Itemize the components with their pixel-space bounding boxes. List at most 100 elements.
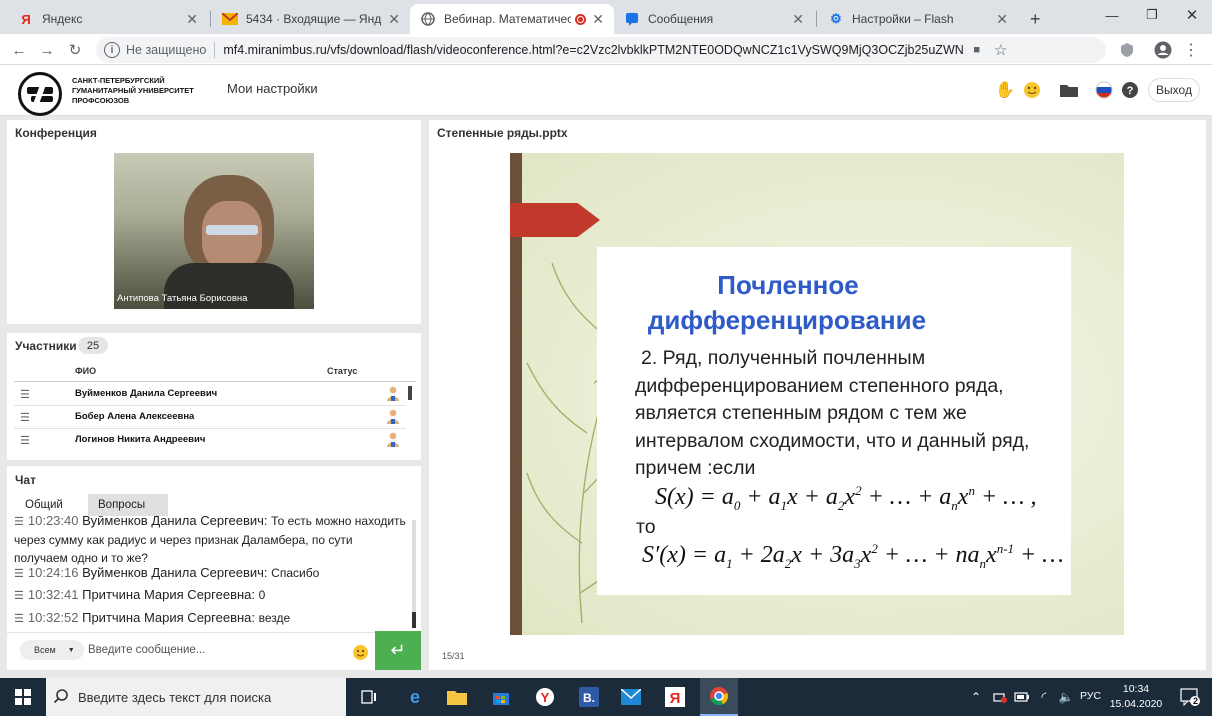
back-icon[interactable]: ←: [8, 39, 30, 61]
close-tab-icon[interactable]: ✕: [388, 11, 400, 28]
battery-icon[interactable]: [1012, 678, 1032, 716]
tab-yandex[interactable]: Я Яндекс ✕: [8, 4, 208, 34]
slide-title-line2: дифференцирование: [647, 305, 927, 335]
wifi-icon[interactable]: ◜: [1034, 678, 1054, 716]
minimize-icon[interactable]: —: [1092, 0, 1132, 30]
exit-button[interactable]: Выход: [1148, 78, 1200, 102]
globe-icon: [420, 11, 436, 27]
slide-body-text: 2. Ряд, полученный почленным дифференцир…: [635, 347, 1030, 479]
close-tab-icon[interactable]: ✕: [186, 11, 198, 28]
recipient-select[interactable]: Всем ▼: [20, 640, 84, 660]
menu-lines-icon[interactable]: ☰: [14, 516, 24, 528]
extension-icon[interactable]: [1116, 39, 1138, 61]
chrome-icon[interactable]: [700, 678, 738, 716]
star-icon[interactable]: ☆: [994, 41, 1007, 59]
column-name: ФИО: [75, 366, 97, 376]
dropdown-arrow-icon: ▼: [67, 646, 75, 654]
mail-icon: [222, 11, 238, 27]
mail-app-icon[interactable]: [612, 678, 650, 716]
university-name: САНКТ-ПЕТЕРБУРГСКИЙ ГУМАНИТАРНЫЙ УНИВЕРС…: [72, 76, 194, 105]
close-tab-icon[interactable]: ✕: [996, 11, 1008, 28]
camera-icon[interactable]: ■: [973, 44, 980, 56]
emoji-icon[interactable]: [1022, 80, 1042, 100]
chat-message: ☰ 10:32:52 Притчина Мария Сергеевна: везд…: [14, 610, 291, 625]
chat-messages: ☰ 10:23:40 Вуйменков Данила Сергеевич: То…: [7, 516, 411, 632]
tab-messages[interactable]: Сообщения ✕: [614, 4, 814, 34]
participants-count-badge: 25: [78, 337, 108, 354]
svg-text:B.: B.: [583, 691, 595, 705]
window-close-icon[interactable]: ✕: [1172, 0, 1212, 30]
yandex-browser-icon[interactable]: Y: [526, 678, 564, 716]
user-status-icon: [387, 432, 399, 447]
store-icon[interactable]: [482, 678, 520, 716]
tab-general[interactable]: Общий: [15, 494, 85, 516]
menu-lines-icon[interactable]: ☰: [14, 613, 24, 625]
vk-app-icon[interactable]: B.: [570, 678, 608, 716]
user-status-icon: [387, 386, 399, 401]
svg-text:e: e: [410, 687, 420, 707]
volume-icon[interactable]: 🔈: [1056, 678, 1076, 716]
slide-to-text: то: [636, 516, 656, 538]
folder-icon[interactable]: [1059, 80, 1079, 100]
formula-series: S(x) = a0 + a1x + a2x2 + … + anxn + … ,: [655, 483, 1037, 513]
speaker-video[interactable]: Антипова Татьяна Борисовна: [114, 153, 314, 309]
network-status-icon[interactable]: [990, 678, 1010, 716]
tab-webinar[interactable]: Вебинар. Математическ ✕: [410, 4, 614, 34]
edge-icon[interactable]: e: [396, 678, 434, 716]
participant-row[interactable]: ☰ Логинов Никита Андреевич: [14, 429, 406, 452]
gear-icon: ⚙: [830, 11, 842, 26]
chat-scroll-thumb[interactable]: [412, 612, 416, 628]
tab-mail[interactable]: 5434 · Входящие — Яндекс.По ✕: [212, 4, 410, 34]
tab-questions[interactable]: Вопросы: [88, 494, 168, 516]
task-view-icon[interactable]: [350, 678, 388, 716]
user-status-icon: [387, 409, 399, 424]
profile-icon[interactable]: [1152, 39, 1174, 61]
chat-message-input[interactable]: Введите сообщение...: [88, 640, 368, 660]
tray-up-arrow-icon[interactable]: ⌃: [966, 678, 986, 716]
restore-icon[interactable]: ❐: [1132, 0, 1172, 30]
new-tab-button[interactable]: +: [1020, 4, 1050, 34]
windows-start-icon[interactable]: [0, 678, 46, 716]
chat-emoji-icon[interactable]: [350, 642, 370, 662]
tab-flash-settings[interactable]: ⚙ Настройки – Flash ✕: [818, 4, 1018, 34]
menu-lines-icon[interactable]: ☰: [20, 434, 30, 447]
menu-icon[interactable]: ⋮: [1180, 39, 1202, 61]
russian-flag-icon[interactable]: [1094, 80, 1114, 100]
taskbar-clock[interactable]: 10:34 15.04.2020: [1108, 682, 1164, 712]
reload-icon[interactable]: ↻: [64, 39, 86, 61]
chat-message: ☰ 10:24:16 Вуйменков Данила Сергеевич: Сп…: [14, 565, 320, 580]
help-icon[interactable]: ?: [1120, 80, 1140, 100]
raise-hand-icon[interactable]: ✋: [995, 80, 1015, 100]
browser-toolbar: ← → ↻ i Не защищено mf4.miranimbus.ru/vf…: [0, 34, 1212, 65]
participant-row[interactable]: ☰ Вуйменков Данила Сергеевич: [14, 383, 406, 406]
menu-lines-icon[interactable]: ☰: [20, 388, 30, 401]
forward-icon[interactable]: →: [36, 39, 58, 61]
chat-title: Чат: [15, 473, 36, 487]
close-tab-icon[interactable]: ✕: [792, 11, 804, 28]
yandex-app-icon[interactable]: Я: [656, 678, 694, 716]
security-status: Не защищено: [126, 43, 207, 57]
svg-text:Y: Y: [541, 690, 550, 705]
menu-lines-icon[interactable]: ☰: [20, 411, 30, 424]
info-icon[interactable]: i: [104, 42, 120, 58]
yandex-icon: Я: [21, 11, 31, 27]
url-text: mf4.miranimbus.ru/vfs/download/flash/vid…: [223, 43, 964, 57]
menu-lines-icon[interactable]: ☰: [14, 590, 24, 602]
slide-title-line1: Почленное: [717, 270, 859, 300]
send-button[interactable]: ↵: [375, 631, 421, 670]
close-tab-icon[interactable]: ✕: [592, 11, 604, 28]
presentation-title: Степенные ряды.pptx: [437, 126, 568, 140]
participants-scrollbar[interactable]: [408, 386, 412, 400]
notifications-icon[interactable]: 2: [1172, 678, 1208, 716]
menu-lines-icon[interactable]: ☰: [14, 568, 24, 580]
participant-row[interactable]: ☰ Бобер Алена Алексеевна: [14, 406, 406, 429]
taskbar-search[interactable]: Введите здесь текст для поиска: [46, 678, 346, 716]
column-status: Статус: [327, 366, 358, 376]
file-explorer-icon[interactable]: [438, 678, 476, 716]
language-indicator[interactable]: РУС: [1080, 690, 1101, 702]
browser-tab-bar: Я Яндекс ✕ 5434 · Входящие — Яндекс.По ✕…: [0, 0, 1212, 34]
slide: Почленное дифференцирование 2. Ряд, полу…: [510, 153, 1124, 635]
my-settings-link[interactable]: Мои настройки: [227, 81, 318, 96]
address-bar[interactable]: i Не защищено mf4.miranimbus.ru/vfs/down…: [96, 37, 1106, 63]
app-header: САНКТ-ПЕТЕРБУРГСКИЙ ГУМАНИТАРНЫЙ УНИВЕРС…: [0, 66, 1212, 116]
